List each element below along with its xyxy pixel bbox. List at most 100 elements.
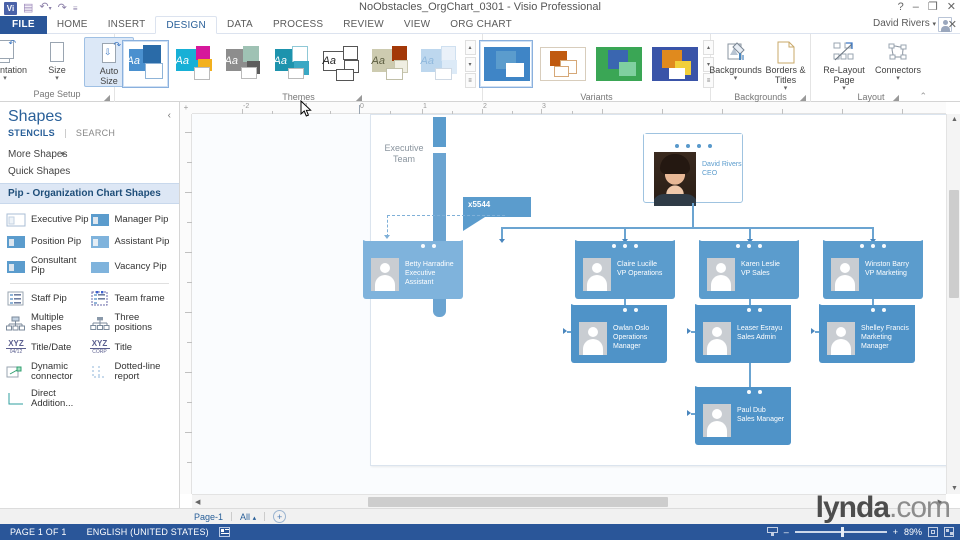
- shape-item-title-date[interactable]: XYZ 04/12 Title/Date: [6, 340, 90, 355]
- ruler-corner[interactable]: +: [180, 102, 192, 114]
- variant-thumb-orange[interactable]: [535, 40, 589, 88]
- vertical-scrollbar[interactable]: ▲ ▼: [946, 114, 960, 494]
- node-vp-operations[interactable]: Claire Lucille VP Operations: [575, 241, 675, 299]
- page-tab-page-1[interactable]: Page-1: [186, 512, 231, 522]
- account-name[interactable]: David Rivers ▾: [873, 18, 936, 29]
- stencil-title-org-chart[interactable]: Pip - Organization Chart Shapes: [0, 183, 179, 204]
- backgrounds-button[interactable]: Backgrounds ▾: [709, 37, 762, 82]
- chevron-down-icon: ▾: [733, 75, 738, 82]
- shape-item-vacancy-pip[interactable]: Vacancy Pip: [90, 256, 174, 276]
- size-button[interactable]: Size ▾: [32, 37, 82, 82]
- scroll-left-icon[interactable]: ◀: [195, 498, 200, 506]
- tab-stencils[interactable]: STENCILS: [8, 128, 55, 138]
- add-page-button[interactable]: +: [273, 510, 287, 523]
- full-screen-icon[interactable]: [944, 527, 954, 537]
- theme-thumb-office[interactable]: Aa: [121, 40, 169, 88]
- callout-x5544[interactable]: x5544: [463, 197, 531, 231]
- zoom-slider[interactable]: [794, 527, 887, 537]
- shape-item-dynamic-connector[interactable]: Dynamic connector: [6, 362, 90, 382]
- all-pages-button[interactable]: All ▴: [232, 512, 264, 522]
- zoom-out-button[interactable]: –: [784, 527, 789, 537]
- vertical-scroll-thumb[interactable]: [949, 190, 959, 298]
- orientation-icon: ↶: [0, 38, 16, 65]
- minimize-button[interactable]: –: [913, 1, 919, 13]
- presentation-mode-icon[interactable]: [766, 527, 778, 537]
- shape-item-dotted-line-report[interactable]: Dotted-line report: [90, 362, 174, 382]
- node-marketing-manager[interactable]: Shelley Francis Marketing Manager: [819, 305, 915, 363]
- backgrounds-dialog-launcher[interactable]: ◢: [800, 93, 806, 102]
- dotted-line-connector: [387, 215, 505, 216]
- zoom-in-button[interactable]: +: [893, 527, 898, 537]
- horizontal-scroll-thumb[interactable]: [368, 497, 668, 507]
- collapse-pane-button[interactable]: ‹: [168, 110, 171, 121]
- theme-thumb-pale[interactable]: Aa: [415, 40, 463, 88]
- shape-item-direct-addition[interactable]: Direct Addition...: [6, 389, 90, 409]
- connectors-button[interactable]: Connectors ▾: [872, 37, 924, 82]
- scroll-down-icon[interactable]: ▼: [951, 485, 958, 492]
- theme-thumb-sand[interactable]: Aa: [366, 40, 414, 88]
- themes-dialog-launcher[interactable]: ◢: [356, 93, 362, 102]
- more-shapes-item[interactable]: More Shapes ▸: [0, 146, 179, 163]
- tab-insert[interactable]: INSERT: [98, 16, 156, 34]
- variant-thumb-royal[interactable]: [647, 40, 701, 88]
- node-vp-sales[interactable]: Karen Leslie VP Sales: [699, 241, 799, 299]
- layout-dialog-launcher[interactable]: ◢: [893, 93, 899, 102]
- node-vp-marketing[interactable]: Winston Barry VP Marketing: [823, 241, 923, 299]
- tab-review[interactable]: REVIEW: [333, 16, 394, 34]
- tab-view[interactable]: VIEW: [394, 16, 440, 34]
- close-button[interactable]: ✕: [947, 0, 956, 13]
- tab-process[interactable]: PROCESS: [263, 16, 333, 34]
- quick-shapes-item[interactable]: Quick Shapes: [0, 163, 179, 180]
- theme-thumb-teal[interactable]: Aa: [268, 40, 316, 88]
- node-sales-admin[interactable]: Leaser Esrayu Sales Admin: [695, 305, 791, 363]
- language-label[interactable]: ENGLISH (UNITED STATES): [77, 527, 219, 537]
- variant-thumb-green[interactable]: [591, 40, 645, 88]
- shape-item-team-frame[interactable]: Team frame: [90, 291, 174, 306]
- orientation-button[interactable]: ↶ Orientation ▾: [0, 37, 30, 82]
- tab-file[interactable]: FILE: [0, 16, 47, 34]
- ruler-label: 3: [542, 103, 546, 110]
- page-setup-dialog-launcher[interactable]: ◢: [104, 93, 110, 102]
- shape-item-title[interactable]: XYZ CORP Title: [89, 340, 174, 355]
- shapes-pane: Shapes ‹ STENCILS SEARCH More Shapes ▸ Q…: [0, 102, 180, 508]
- shape-item-staff-pip[interactable]: Staff Pip: [6, 291, 90, 306]
- borders-titles-button[interactable]: Borders & Titles ▾: [762, 37, 810, 92]
- shape-item-multiple-shapes[interactable]: Multiple shapes: [6, 313, 90, 333]
- node-dot: [633, 308, 638, 312]
- zoom-slider-handle[interactable]: [840, 527, 844, 537]
- page-canvas[interactable]: Executive Team x5544 David Rivers CEO Be…: [363, 114, 946, 466]
- restore-button[interactable]: ❐: [928, 0, 938, 13]
- theme-thumb-vivid[interactable]: Aa: [170, 40, 218, 88]
- node-ceo[interactable]: David Rivers CEO: [643, 133, 743, 206]
- node-dot: [634, 244, 638, 248]
- scroll-up-icon[interactable]: ▲: [951, 116, 958, 123]
- theme-thumb-white[interactable]: Aa: [317, 40, 365, 88]
- tab-search[interactable]: SEARCH: [76, 128, 115, 138]
- vertical-ruler[interactable]: [180, 114, 192, 494]
- shape-item-position-pip[interactable]: Position Pip: [6, 234, 90, 249]
- re-layout-page-button[interactable]: Re-Layout Page ▾: [818, 37, 870, 92]
- node-operations-manager[interactable]: Owlan Oslo Operations Manager: [571, 305, 667, 363]
- macro-recording-icon[interactable]: [218, 527, 230, 537]
- variant-thumb-blue[interactable]: [479, 40, 533, 88]
- close-document-button[interactable]: ✕: [948, 18, 957, 31]
- node-info: Claire Lucille VP Operations: [617, 260, 662, 278]
- drawing-surface[interactable]: Executive Team x5544 David Rivers CEO Be…: [192, 114, 946, 494]
- shape-item-assistant-pip[interactable]: Assistant Pip: [90, 234, 174, 249]
- tab-home[interactable]: HOME: [47, 16, 98, 34]
- tab-org-chart[interactable]: ORG CHART: [440, 16, 522, 34]
- tab-data[interactable]: DATA: [217, 16, 263, 34]
- node-sales-manager[interactable]: Paul Dub Sales Manager: [695, 387, 791, 445]
- help-button[interactable]: ?: [898, 1, 904, 13]
- shape-item-consultant-pip[interactable]: Consultant Pip: [6, 256, 90, 276]
- shape-item-three-positions[interactable]: Three positions: [89, 313, 174, 333]
- zoom-percent-label[interactable]: 89%: [904, 527, 922, 537]
- tab-design[interactable]: DESIGN: [155, 16, 217, 34]
- fit-page-icon[interactable]: [928, 527, 938, 537]
- horizontal-ruler[interactable]: -2 -1 0 1 2 3: [180, 102, 946, 114]
- collapse-ribbon-button[interactable]: ⌃: [919, 91, 927, 102]
- shape-item-executive-pip[interactable]: Executive Pip: [6, 212, 90, 227]
- node-executive-assistant[interactable]: Betty Harradine Executive Assistant: [363, 241, 463, 299]
- theme-thumb-grey[interactable]: Aa: [219, 40, 267, 88]
- shape-item-manager-pip[interactable]: Manager Pip: [90, 212, 174, 227]
